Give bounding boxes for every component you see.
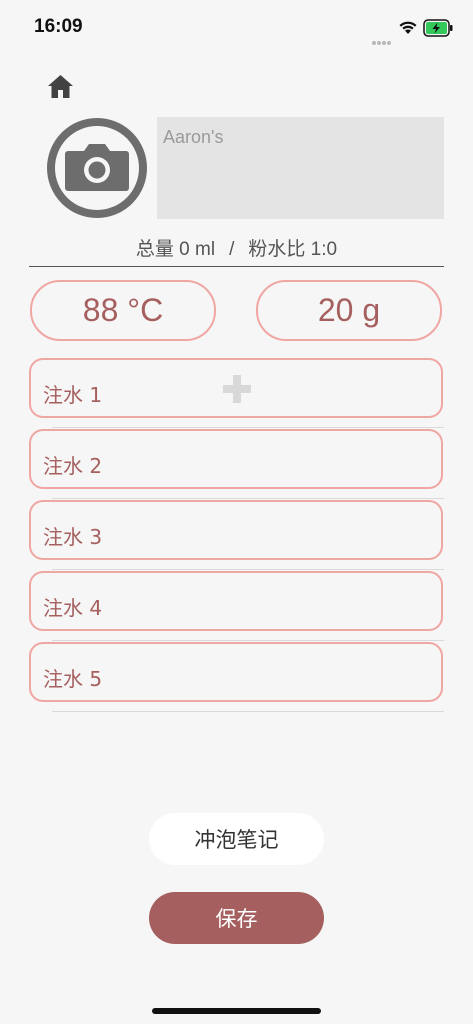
plus-icon[interactable] xyxy=(222,374,252,404)
camera-icon[interactable] xyxy=(46,117,148,219)
pour-label: 注水 3 xyxy=(43,525,103,549)
summary-separator: / xyxy=(229,239,235,260)
total-volume: 总量 0 ml xyxy=(135,239,216,260)
divider xyxy=(52,640,444,641)
temperature-value: 88 °C xyxy=(82,292,164,328)
summary-divider xyxy=(29,266,444,267)
pour-row-5[interactable]: 注水 5 xyxy=(29,642,443,702)
pour-row-2[interactable]: 注水 2 xyxy=(29,429,443,489)
battery-charging-icon xyxy=(423,19,453,37)
status-bar: 16:09 xyxy=(0,0,473,56)
ratio: 粉水比 1:0 xyxy=(248,239,338,260)
pour-row-3[interactable]: 注水 3 xyxy=(29,500,443,560)
weight-button[interactable]: 20 g xyxy=(256,280,442,341)
name-field[interactable] xyxy=(157,117,444,219)
pour-label: 注水 4 xyxy=(43,596,103,620)
weight-value: 20 g xyxy=(317,292,381,328)
home-indicator[interactable] xyxy=(152,1008,321,1014)
pour-row-4[interactable]: 注水 4 xyxy=(29,571,443,631)
save-button[interactable]: 保存 xyxy=(149,892,324,944)
home-icon[interactable] xyxy=(47,73,74,100)
pour-label: 注水 1 xyxy=(43,383,103,407)
divider xyxy=(52,711,444,712)
divider xyxy=(52,427,444,428)
summary-text: 总量 0 ml / 粉水比 1:0 xyxy=(29,234,444,264)
signal-icon xyxy=(372,30,392,49)
temperature-button[interactable]: 88 °C xyxy=(30,280,216,341)
pour-label: 注水 5 xyxy=(43,667,103,691)
brew-notes-button[interactable]: 冲泡笔记 xyxy=(149,813,324,865)
status-time: 16:09 xyxy=(34,16,83,37)
divider xyxy=(52,498,444,499)
pour-label: 注水 2 xyxy=(43,454,103,478)
pour-row-1[interactable]: 注水 1 xyxy=(29,358,443,418)
app-screen: 16:09 总量 0 ml / 粉水比 1:0 88 °C xyxy=(0,0,473,1024)
wifi-icon xyxy=(399,21,417,34)
divider xyxy=(52,569,444,570)
